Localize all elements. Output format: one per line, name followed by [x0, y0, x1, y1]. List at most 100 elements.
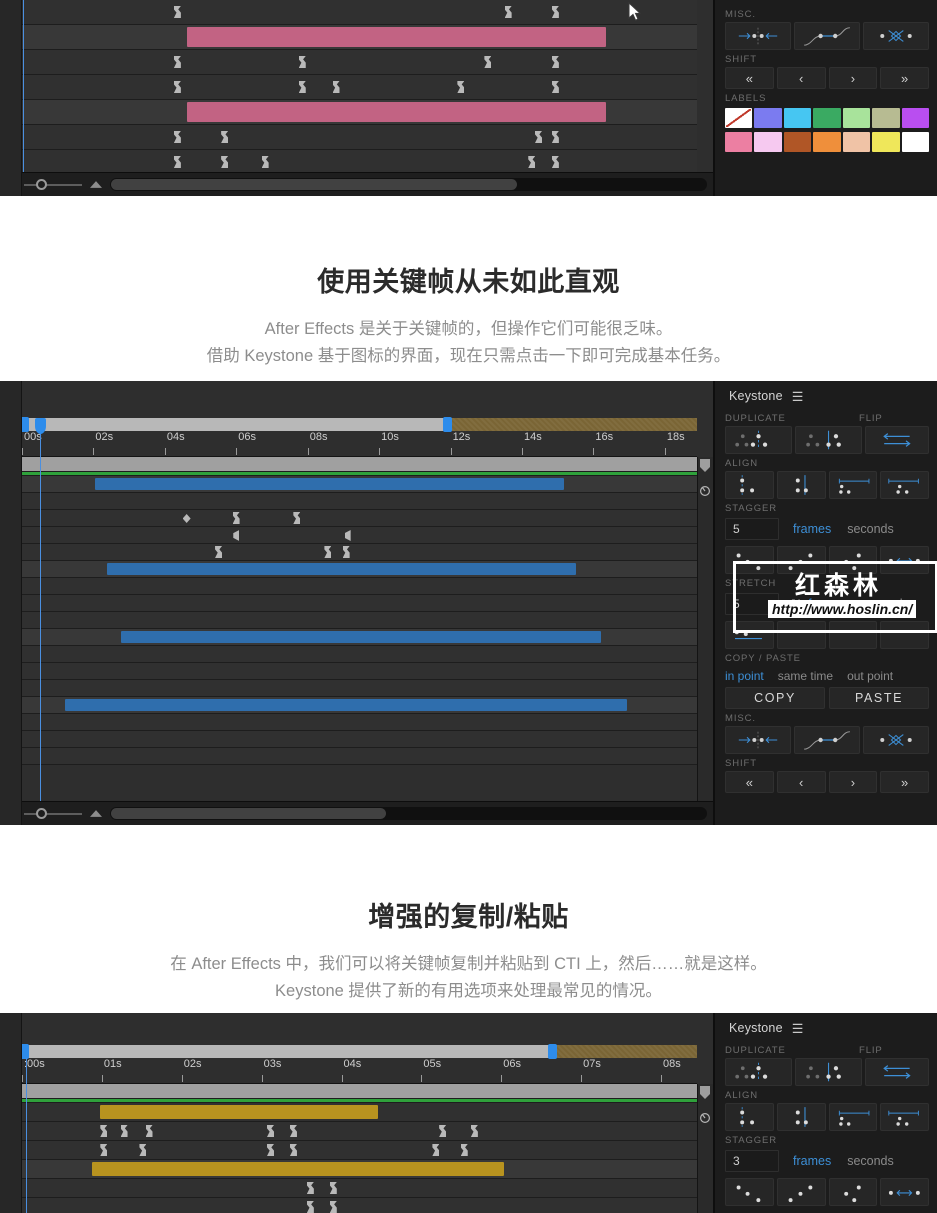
align-button-row[interactable] — [715, 1103, 937, 1131]
work-area-end-handle[interactable] — [443, 417, 453, 432]
stopwatch-icon[interactable] — [699, 483, 711, 497]
timeline-rows-mid[interactable] — [22, 457, 697, 801]
paste-mode-in-point[interactable]: in point — [725, 669, 764, 683]
timeline-row[interactable] — [22, 595, 697, 612]
align-left-button[interactable] — [725, 471, 774, 499]
timeline-rows-top[interactable] — [22, 0, 697, 196]
align-end-button[interactable] — [880, 1103, 929, 1131]
zoom-slider-knob[interactable] — [36, 807, 47, 819]
timeline-row[interactable] — [22, 476, 697, 493]
keyframe-marker[interactable] — [261, 156, 269, 168]
timeline-row[interactable] — [22, 578, 697, 595]
label-swatch-a-4[interactable] — [842, 108, 871, 128]
shift-button-0[interactable]: « — [725, 771, 774, 793]
hamburger-icon[interactable]: ☰ — [792, 390, 804, 403]
layer-duration-bar[interactable] — [100, 1105, 379, 1119]
keyframe-marker[interactable] — [528, 156, 536, 168]
align-right-button[interactable] — [776, 471, 826, 499]
layer-duration-bar[interactable] — [92, 1162, 504, 1176]
stagger-unit-seconds[interactable]: seconds — [847, 522, 894, 536]
zoom-in-icon[interactable] — [90, 181, 102, 188]
current-time-indicator[interactable] — [23, 0, 24, 172]
paste-mode-out-point[interactable]: out point — [847, 669, 893, 683]
duplicate-right-button[interactable] — [725, 1058, 793, 1086]
keyframe-navigator-icon[interactable] — [699, 459, 711, 473]
keyframe-marker[interactable] — [173, 56, 181, 68]
stagger-field-row[interactable]: 3 frames seconds — [715, 1148, 937, 1175]
label-swatch-a-1[interactable] — [754, 108, 782, 128]
timeline-row[interactable] — [22, 544, 697, 561]
keyframe-marker[interactable] — [298, 81, 306, 93]
misc-converge-button[interactable] — [725, 726, 791, 754]
timeline-row[interactable] — [22, 1160, 697, 1179]
layer-duration-bar[interactable] — [94, 478, 565, 490]
timeline-row[interactable] — [22, 629, 697, 646]
label-swatch-b-2[interactable] — [783, 132, 812, 152]
time-ruler-mid[interactable]: 00s 02s 04s 06s 08s 10s 12s 14s 16s 18s — [22, 431, 697, 457]
keyframe-marker[interactable] — [267, 1125, 275, 1137]
timeline-footer-mid[interactable] — [0, 801, 713, 825]
scrollbar-thumb[interactable] — [111, 179, 517, 190]
keyframe-marker[interactable] — [306, 1182, 314, 1194]
keyframe-marker[interactable] — [233, 530, 240, 541]
keyframe-marker[interactable] — [551, 81, 559, 93]
duplicate-left-button[interactable] — [795, 426, 863, 454]
timeline-row[interactable] — [22, 1122, 697, 1141]
timeline-row[interactable] — [22, 1179, 697, 1198]
timeline-row[interactable] — [22, 25, 697, 50]
keyframe-marker[interactable] — [267, 1144, 275, 1156]
align-end-button[interactable] — [880, 471, 929, 499]
keyframe-marker[interactable] — [145, 1125, 153, 1137]
zoom-slider[interactable] — [24, 178, 82, 190]
align-button-row[interactable] — [715, 471, 937, 499]
keyframe-marker[interactable] — [215, 546, 223, 558]
keyframe-marker[interactable] — [551, 56, 559, 68]
label-swatch-b-0[interactable] — [725, 132, 753, 152]
flip-button[interactable] — [865, 1058, 929, 1086]
keyframe-marker[interactable] — [329, 1182, 337, 1194]
stopwatch-icon[interactable] — [699, 1110, 711, 1124]
stagger-spread-button[interactable] — [880, 1178, 929, 1206]
shift-button-1[interactable]: ‹ — [776, 771, 826, 793]
misc-easing-button[interactable] — [794, 726, 860, 754]
timeline-rows-bottom[interactable] — [22, 1084, 697, 1213]
timeline-row[interactable] — [22, 646, 697, 663]
scrollbar-thumb[interactable] — [111, 808, 386, 819]
layer-duration-bar[interactable] — [187, 102, 606, 122]
label-swatch-a-5[interactable] — [872, 108, 900, 128]
shift-button-0[interactable]: « — [725, 67, 774, 89]
keyframe-marker[interactable] — [173, 6, 181, 18]
stagger-value-input[interactable]: 5 — [725, 518, 779, 540]
label-swatches-row-1[interactable] — [715, 106, 937, 128]
timeline-row[interactable] — [22, 663, 697, 680]
layer-duration-bar[interactable] — [107, 563, 577, 575]
flip-button[interactable] — [865, 426, 929, 454]
keyframe-marker[interactable] — [173, 81, 181, 93]
keyframe-marker[interactable] — [306, 1201, 314, 1213]
align-start-button[interactable] — [828, 1103, 878, 1131]
stagger-unit-toggle[interactable]: frames seconds — [779, 522, 894, 536]
shift-button-2[interactable]: › — [828, 771, 878, 793]
stagger-button-row[interactable] — [715, 1178, 937, 1206]
horizontal-scrollbar[interactable] — [110, 178, 707, 191]
keyframe-marker[interactable] — [342, 546, 350, 558]
timeline-footer-top[interactable] — [0, 172, 713, 196]
layer-duration-bar[interactable] — [120, 631, 602, 643]
keyframe-marker[interactable] — [221, 131, 229, 143]
keyframe-marker[interactable] — [289, 1144, 297, 1156]
timeline-row[interactable] — [22, 697, 697, 714]
stagger-ascend-button[interactable] — [776, 1178, 826, 1206]
layer-duration-bar[interactable] — [65, 699, 627, 711]
stagger-alt-button[interactable] — [828, 1178, 878, 1206]
keyframe-marker[interactable] — [344, 530, 351, 541]
keyframe-marker[interactable] — [100, 1144, 108, 1156]
hamburger-icon[interactable]: ☰ — [792, 1022, 804, 1035]
keyframe-marker[interactable] — [551, 156, 559, 168]
current-time-indicator[interactable] — [26, 1058, 27, 1213]
label-swatch-b-1[interactable] — [754, 132, 782, 152]
paste-mode-same-time[interactable]: same time — [778, 669, 833, 683]
timeline-row[interactable] — [22, 1103, 697, 1122]
label-swatch-a-6[interactable] — [901, 108, 929, 128]
zoom-in-icon[interactable] — [90, 810, 102, 817]
keyframe-marker[interactable] — [232, 512, 240, 524]
